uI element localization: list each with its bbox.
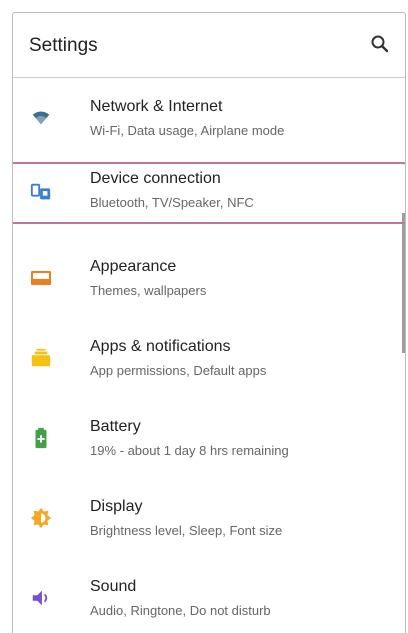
wifi-icon [27,104,55,132]
sound-icon [27,584,55,612]
settings-item-display[interactable]: Display Brightness level, Sleep, Font si… [13,478,405,558]
settings-item-label: Sound [90,578,137,595]
device-connection-icon [27,178,55,206]
settings-item-summary: Themes, wallpapers [90,283,207,298]
settings-item-summary: Wi-Fi, Data usage, Airplane mode [90,123,285,138]
settings-item-network[interactable]: Network & Internet Wi-Fi, Data usage, Ai… [13,78,405,158]
settings-item-appearance[interactable]: Appearance Themes, wallpapers [13,238,405,318]
settings-item-device-connection[interactable]: Device connection Bluetooth, TV/Speaker,… [13,158,405,238]
display-icon [27,504,55,532]
settings-item-summary: 19% - about 1 day 8 hrs remaining [90,443,289,458]
settings-item-sound[interactable]: Sound Audio, Ringtone, Do not disturb [13,558,405,633]
settings-item-label: Network & Internet [90,98,223,115]
settings-item-summary: Audio, Ringtone, Do not disturb [90,603,271,618]
settings-item-summary: Bluetooth, TV/Speaker, NFC [90,195,254,210]
settings-item-label: Appearance [90,258,177,275]
settings-window: Settings Network & Internet Wi-Fi, Data … [12,12,406,633]
battery-icon [27,424,55,452]
settings-item-label: Apps & notifications [90,338,231,355]
settings-item-apps[interactable]: Apps & notifications App permissions, De… [13,318,405,398]
settings-list: Network & Internet Wi-Fi, Data usage, Ai… [13,78,405,633]
search-icon[interactable] [369,33,391,55]
settings-item-label: Device connection [90,170,221,187]
appearance-icon [27,264,55,292]
settings-item-label: Battery [90,418,141,435]
page-title: Settings [29,35,98,56]
settings-item-battery[interactable]: Battery 19% - about 1 day 8 hrs remainin… [13,398,405,478]
app-bar: Settings [13,13,405,78]
apps-icon [27,344,55,372]
settings-item-summary: Brightness level, Sleep, Font size [90,523,283,538]
settings-item-summary: App permissions, Default apps [90,363,267,378]
settings-item-label: Display [90,498,143,515]
